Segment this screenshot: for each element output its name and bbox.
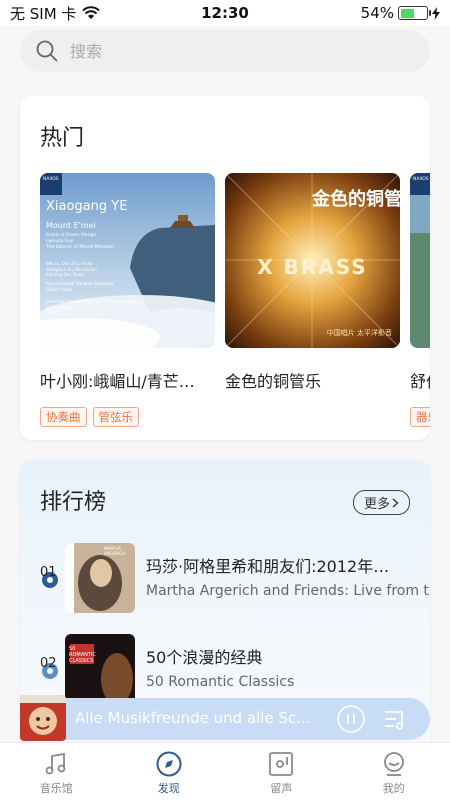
battery-percent: 54% [360, 4, 394, 22]
album-title: 叶小刚:峨嵋山/青芒… [40, 372, 195, 391]
status-right: 54% [361, 4, 440, 22]
charging-icon [432, 6, 440, 20]
album-card[interactable]: NAXOS 舒伯 器乐 [410, 173, 430, 427]
chart-more-button[interactable]: 更多 [352, 490, 410, 515]
player-cover-art [20, 695, 66, 741]
chevron-right-icon [392, 497, 399, 508]
album-tag[interactable]: 器乐 [410, 407, 430, 427]
search-bar[interactable] [20, 30, 430, 72]
cover-brand: X BRASS [257, 255, 368, 279]
rank-title: 50个浪漫的经典 [146, 648, 263, 667]
tab-label: 音乐馆 [39, 782, 73, 795]
cover-title: 金色的铜管乐 [312, 189, 400, 210]
album-tag[interactable]: 协奏曲 [40, 407, 87, 427]
rank-number: 02 [40, 656, 62, 679]
rank-cover-text: 50 ROMANTIC CLASSICS [69, 646, 96, 664]
tab-label: 我的 [382, 782, 405, 795]
album-cover[interactable]: 金色的铜管乐 X BRASS 中国唱片 太平洋影音 [225, 173, 400, 348]
album-cover[interactable]: NAXOS [410, 173, 430, 348]
rank-label: 02 [40, 656, 57, 671]
rank-title: 玛莎·阿格里希和朋友们:2012年… [146, 557, 390, 576]
rank-cover[interactable]: 50 ROMANTIC CLASSICS [65, 634, 135, 704]
chart-title: 排行榜 [40, 490, 107, 515]
album-title: 金色的铜管乐 [225, 372, 322, 391]
music-note-icon [45, 752, 66, 775]
album-title: 舒伯 [410, 372, 430, 391]
chart-row[interactable]: 01 MARTHA ARGERICH 玛莎·阿格里希和朋友们:2012年… Ma… [40, 543, 430, 615]
tab-label: 发现 [157, 782, 180, 795]
playlist-icon[interactable] [380, 704, 410, 734]
pause-icon[interactable] [336, 704, 366, 734]
rank-number: 01 [40, 565, 62, 588]
record-player-icon [269, 752, 294, 776]
mini-player[interactable]: Alle Musikfreunde und alle Sc... [20, 695, 430, 741]
album-tag[interactable]: 管弦乐 [92, 407, 139, 427]
album-cover-art [410, 173, 430, 348]
album-cover[interactable]: NAXOS Xiaogang YE Mount E'mei Scent of G… [40, 173, 215, 348]
rank-cover-art [65, 634, 135, 704]
hot-album-carousel[interactable]: NAXOS Xiaogang YE Mount E'mei Scent of G… [40, 173, 430, 433]
status-left: 无 SIM 卡 [10, 3, 101, 24]
album-card[interactable]: NAXOS Xiaogang YE Mount E'mei Scent of G… [40, 173, 215, 427]
status-bar: 无 SIM 卡 12:30 54% [0, 0, 450, 26]
battery-icon [398, 6, 431, 20]
compass-icon [156, 751, 182, 777]
cover-composer: Xiaogang YE [46, 199, 128, 214]
rank-subtitle: 50 Romantic Classics [146, 674, 295, 690]
player-cover[interactable] [20, 695, 66, 741]
album-tags: 协奏曲 管弦乐 [40, 407, 215, 427]
carrier-label: 无 SIM 卡 [10, 4, 77, 23]
rank-subtitle: Martha Argerich and Friends: Live from t… [146, 583, 430, 599]
tab-mine[interactable]: 我的 [338, 743, 450, 800]
tab-phonograph[interactable]: 留声 [225, 743, 338, 800]
tab-label: 留声 [270, 782, 293, 795]
cover-other: Deutsche Staatsphilharmonie Rheinland-Pf… [46, 299, 138, 315]
rank-label: 01 [40, 565, 57, 580]
tab-music-hall[interactable]: 音乐馆 [0, 743, 113, 800]
player-title: Alle Musikfreunde und alle Sc... [75, 709, 311, 727]
search-input[interactable] [70, 41, 370, 61]
tab-discover[interactable]: 发现 [113, 743, 226, 800]
hot-title: 热门 [40, 126, 85, 151]
cover-orchestra: Royal Scottish National Orchestra Gilber… [46, 281, 114, 292]
chart-row[interactable]: 02 50 ROMANTIC CLASSICS 50个浪漫的经典 50 Roma… [40, 634, 430, 706]
tab-bar: 音乐馆 发现 留声 我的 [0, 742, 450, 800]
search-icon [36, 40, 58, 62]
cover-performers: Wei Lu, Dan Zhu, Violin Shengnan Hu, Per… [46, 261, 97, 277]
battery-level [400, 8, 414, 18]
cover-work: Mount E'mei [46, 221, 96, 230]
rank-cover-text: MARTHA ARGERICH [104, 546, 125, 556]
cover-footer: 中国唱片 太平洋影音 [326, 329, 392, 337]
hot-section: 热门 NAXOS Xiaogang YE Mount E'mei Scent o… [20, 96, 430, 440]
cover-label: NAXOS [43, 177, 59, 182]
rank-cover[interactable]: MARTHA ARGERICH [65, 543, 135, 613]
wifi-icon [82, 6, 101, 19]
more-label: 更多 [363, 496, 390, 511]
cover-label: NAXOS [413, 177, 429, 182]
cover-tracks: Scent of Green Mango Lamura Guo The Sile… [46, 233, 114, 250]
album-card[interactable]: 金色的铜管乐 X BRASS 中国唱片 太平洋影音 金色的铜管乐 [225, 173, 400, 392]
user-icon [383, 752, 404, 776]
album-tags: 器乐 [410, 407, 430, 427]
